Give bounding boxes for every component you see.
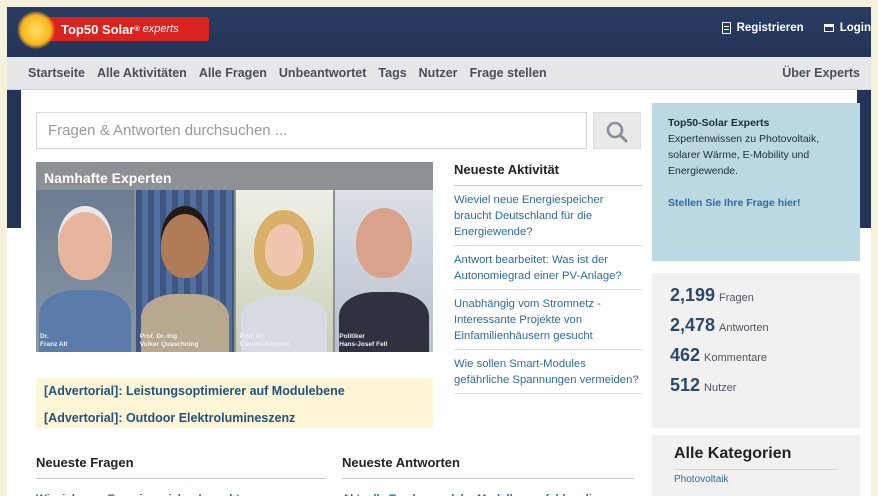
newest-questions-title: Neueste Fragen <box>36 455 326 479</box>
stat-questions: 2,199 Fragen <box>670 285 842 315</box>
experts-banner-title: Namhafte Experten <box>44 170 172 186</box>
expert-caption-title: Prof. Dr.-Ing. <box>139 333 179 340</box>
newest-answers-title: Neueste Antworten <box>342 455 634 479</box>
stat-value: 462 <box>670 345 701 365</box>
activity-item[interactable]: Antwort bearbeitet: Was ist der Autonomi… <box>454 246 642 290</box>
nav-item-frage-stellen[interactable]: Frage stellen <box>470 66 547 80</box>
logo-text: Top50 Solar <box>61 21 135 37</box>
expert-caption-name: Franz Alt <box>40 341 68 348</box>
register-link[interactable]: Registrieren <box>721 22 804 34</box>
stat-answers: 2,478 Antworten <box>670 315 842 345</box>
expert-photo: Prof. Dr.-Ing. Volker Quaschning <box>135 190 234 352</box>
advertorial-link[interactable]: [Advertorial]: Leistungsoptimierer auf M… <box>44 384 425 398</box>
nav-item-nutzer[interactable]: Nutzer <box>419 66 458 80</box>
nav-item-unbeantwortet[interactable]: Unbeantwortet <box>279 66 367 80</box>
site-stats: 2,199 Fragen 2,478 Antworten 462 Komment… <box>652 273 860 428</box>
site-logo[interactable]: Top50 Solar ® experts <box>17 11 209 49</box>
stat-value: 2,199 <box>670 285 716 305</box>
search-input[interactable] <box>36 112 587 149</box>
register-icon <box>721 22 731 34</box>
category-link[interactable]: Photovoltaik <box>674 470 838 485</box>
expert-caption-title: Politiker <box>339 333 365 340</box>
expert-photo: Politiker Hans-Josef Fell <box>335 190 433 352</box>
advertorial-link[interactable]: [Advertorial]: Outdoor Elektrolumineszen… <box>44 411 425 425</box>
promo-box: Top50-Solar Experts Expertenwissen zu Ph… <box>652 103 860 261</box>
expert-caption-name: Claudia Kemfert <box>239 341 290 348</box>
nav-item-tags[interactable]: Tags <box>378 66 406 80</box>
activity-item[interactable]: Wie sollen Smart-Modules gefährliche Spa… <box>454 350 642 394</box>
stat-value: 512 <box>670 375 701 395</box>
stat-label: Kommentare <box>704 352 768 364</box>
expert-photo: Dr. Franz Alt <box>36 190 134 352</box>
browser-viewport: Top50 Solar ® experts Registrieren Login … <box>7 7 871 496</box>
login-label: Login <box>839 22 871 34</box>
newest-questions: Neueste Fragen Wieviel neue Energiespeic… <box>36 455 326 496</box>
categories-title: Alle Kategorien <box>674 445 838 470</box>
promo-title: Top50-Solar Experts <box>668 117 770 129</box>
stat-comments: 462 Kommentare <box>670 345 842 375</box>
nav-item-ueber-experts[interactable]: Über Experts <box>782 66 860 80</box>
promo-text: Expertenwissen zu Photovoltaik, solarer … <box>668 133 820 177</box>
register-label: Registrieren <box>736 22 804 34</box>
logo-registered-mark: ® <box>134 25 140 33</box>
activity-item[interactable]: Unabhängig vom Stromnetz - Interessante … <box>454 290 642 350</box>
newest-answers: Neueste Antworten Aktuelle Tracker: welc… <box>342 455 634 496</box>
stat-label: Fragen <box>719 292 754 304</box>
expert-caption-title: Dr. <box>40 333 49 340</box>
experts-banner[interactable]: Namhafte Experten Dr. Franz Alt Prof. Dr… <box>36 162 433 352</box>
stat-users: 512 Nutzer <box>670 375 842 405</box>
advertorial-box: [Advertorial]: Leistungsoptimierer auf M… <box>36 378 433 428</box>
stat-label: Antworten <box>719 322 769 334</box>
nav-item-alle-fragen[interactable]: Alle Fragen <box>199 66 267 80</box>
site-header: Top50 Solar ® experts Registrieren Login <box>7 7 871 57</box>
logo-accent: experts <box>142 23 179 35</box>
search-button[interactable] <box>593 112 641 149</box>
expert-caption-name: Hans-Josef Fell <box>339 341 388 348</box>
categories-box: Alle Kategorien Photovoltaik <box>652 435 860 496</box>
nav-item-startseite[interactable]: Startseite <box>28 66 85 80</box>
stat-value: 2,478 <box>670 315 716 335</box>
nav-item-alle-aktivitaeten[interactable]: Alle Aktivitäten <box>97 66 187 80</box>
main-content: Namhafte Experten Dr. Franz Alt <box>21 90 860 496</box>
expert-caption-title: Prof. Dr. <box>239 333 265 340</box>
login-link[interactable]: Login <box>823 22 871 34</box>
newest-activity: Neueste Aktivität Wieviel neue Energiesp… <box>454 162 642 394</box>
main-nav: Startseite Alle Aktivitäten Alle Fragen … <box>7 57 871 90</box>
answer-link[interactable]: Aktuelle Tracker: welche Modelle empfehl… <box>342 479 634 496</box>
stat-label: Nutzer <box>704 382 737 394</box>
search-icon <box>606 121 628 143</box>
login-icon <box>823 24 834 32</box>
expert-caption-name: Volker Quaschning <box>139 341 199 348</box>
ask-question-link[interactable]: Stellen Sie Ihre Frage hier! <box>668 195 844 211</box>
activity-item[interactable]: Wieviel neue Energiespeicher braucht Deu… <box>454 186 642 246</box>
expert-photo: Prof. Dr. Claudia Kemfert <box>235 190 334 352</box>
question-link[interactable]: Wieviel neue Energiespeicher braucht <box>36 479 326 496</box>
newest-activity-title: Neueste Aktivität <box>454 162 642 186</box>
sun-icon <box>17 11 55 49</box>
